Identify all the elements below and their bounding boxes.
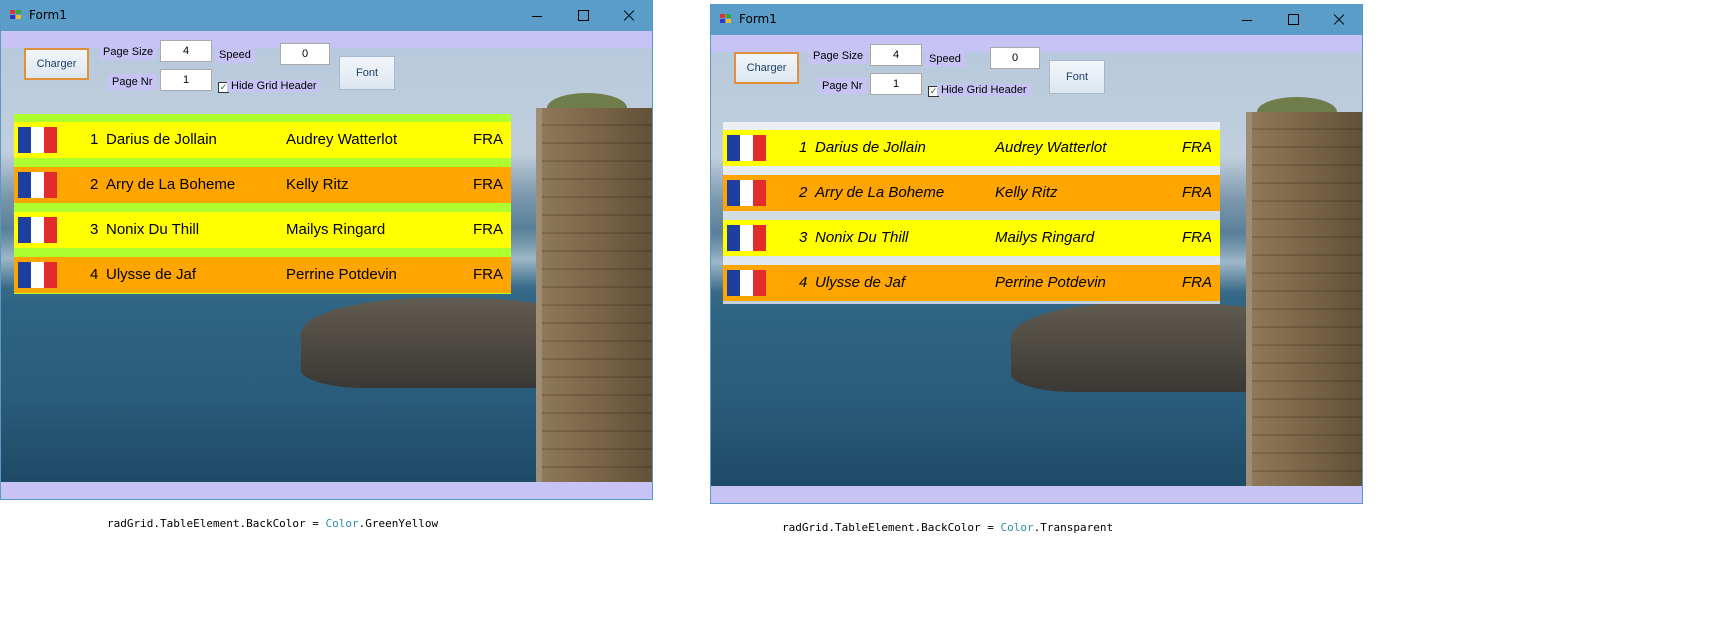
table-row[interactable]: 3 Nonix Du Thill Mailys Ringard FRA xyxy=(723,220,1220,256)
nation-code: FRA xyxy=(1182,139,1212,156)
window-title: Form1 xyxy=(739,12,777,26)
table-row[interactable]: 1 Darius de Jollain Audrey Watterlot FRA xyxy=(14,122,511,158)
horse-name: Nonix Du Thill xyxy=(106,221,200,238)
horse-name: Arry de La Boheme xyxy=(815,184,945,201)
title-bar[interactable]: Form1 xyxy=(711,5,1362,35)
nation-code: FRA xyxy=(473,221,503,238)
code-caption-greenyellow: radGrid.TableElement.BackColor = Color.G… xyxy=(107,517,439,530)
rad-grid: 1 Darius de Jollain Audrey Watterlot FRA… xyxy=(723,122,1220,304)
minimize-button[interactable] xyxy=(514,1,560,31)
table-row[interactable]: 1 Darius de Jollain Audrey Watterlot FRA xyxy=(723,130,1220,166)
app-icon xyxy=(10,10,23,21)
rider-name: Kelly Ritz xyxy=(995,184,1058,201)
maximize-icon xyxy=(1288,14,1299,25)
close-button[interactable] xyxy=(1316,5,1362,35)
nation-code: FRA xyxy=(473,131,503,148)
row-number: 4 xyxy=(90,266,99,283)
row-number: 2 xyxy=(90,176,99,193)
hide-header-label: Hide Grid Header xyxy=(227,80,321,92)
font-button[interactable]: Font xyxy=(339,56,395,90)
page-nr-label: Page Nr xyxy=(108,74,157,90)
table-row[interactable]: 2 Arry de La Boheme Kelly Ritz FRA xyxy=(14,167,511,203)
charger-button[interactable]: Charger xyxy=(24,48,89,80)
flag-icon xyxy=(18,262,57,288)
maximize-button[interactable] xyxy=(560,1,606,31)
flag-icon xyxy=(18,217,57,243)
nation-code: FRA xyxy=(1182,184,1212,201)
code-caption-transparent: radGrid.TableElement.BackColor = Color.T… xyxy=(782,521,1114,534)
app-icon xyxy=(720,14,733,25)
horse-name: Nonix Du Thill xyxy=(815,229,909,246)
horse-name: Ulysse de Jaf xyxy=(815,274,906,291)
page-nr-label: Page Nr xyxy=(818,78,867,94)
table-row[interactable]: 4 Ulysse de Jaf Perrine Potdevin FRA xyxy=(14,257,511,293)
rider-name: Mailys Ringard xyxy=(286,221,386,238)
font-button[interactable]: Font xyxy=(1049,60,1105,94)
rider-name: Perrine Potdevin xyxy=(995,274,1106,291)
page-size-label: Page Size xyxy=(809,48,868,64)
flag-icon xyxy=(727,225,766,251)
row-number: 4 xyxy=(799,274,808,291)
row-number: 1 xyxy=(90,131,99,148)
rider-name: Audrey Watterlot xyxy=(995,139,1107,156)
page-size-label: Page Size xyxy=(99,44,158,60)
nation-code: FRA xyxy=(1182,274,1212,291)
speed-field[interactable]: 0 xyxy=(280,43,330,65)
speed-field[interactable]: 0 xyxy=(990,47,1040,69)
flag-icon xyxy=(727,270,766,296)
speed-label: Speed xyxy=(925,51,965,67)
page-size-field[interactable]: 4 xyxy=(160,40,212,62)
rider-name: Audrey Watterlot xyxy=(286,131,398,148)
form1-window-greenyellow: Form1 Charger Page Size 4 Page Nr 1 Spee… xyxy=(0,0,653,500)
table-row[interactable]: 2 Arry de La Boheme Kelly Ritz FRA xyxy=(723,175,1220,211)
title-bar[interactable]: Form1 xyxy=(1,1,652,31)
row-number: 2 xyxy=(799,184,808,201)
nation-code: FRA xyxy=(473,266,503,283)
flag-icon xyxy=(18,172,57,198)
minimize-button[interactable] xyxy=(1224,5,1270,35)
speed-label: Speed xyxy=(215,47,255,63)
rider-name: Perrine Potdevin xyxy=(286,266,397,283)
row-number: 3 xyxy=(799,229,808,246)
horse-name: Arry de La Boheme xyxy=(106,176,236,193)
horse-name: Darius de Jollain xyxy=(106,131,217,148)
rad-grid: 1 Darius de Jollain Audrey Watterlot FRA… xyxy=(14,114,511,294)
charger-button[interactable]: Charger xyxy=(734,52,799,84)
form1-window-transparent: Form1 Charger Page Size 4 Page Nr 1 Spee… xyxy=(710,4,1363,504)
nation-code: FRA xyxy=(473,176,503,193)
flag-icon xyxy=(727,135,766,161)
hide-header-label: Hide Grid Header xyxy=(937,84,1031,96)
row-number: 1 xyxy=(799,139,808,156)
page-size-field[interactable]: 4 xyxy=(870,44,922,66)
horse-name: Darius de Jollain xyxy=(815,139,926,156)
page-nr-field[interactable]: 1 xyxy=(870,73,922,95)
horse-name: Ulysse de Jaf xyxy=(106,266,197,283)
close-button[interactable] xyxy=(606,1,652,31)
page-nr-field[interactable]: 1 xyxy=(160,69,212,91)
window-title: Form1 xyxy=(29,8,67,22)
flag-icon xyxy=(727,180,766,206)
minimize-icon xyxy=(1242,20,1252,21)
row-number: 3 xyxy=(90,221,99,238)
maximize-button[interactable] xyxy=(1270,5,1316,35)
minimize-icon xyxy=(532,16,542,17)
rider-name: Kelly Ritz xyxy=(286,176,349,193)
table-row[interactable]: 3 Nonix Du Thill Mailys Ringard FRA xyxy=(14,212,511,248)
nation-code: FRA xyxy=(1182,229,1212,246)
maximize-icon xyxy=(578,10,589,21)
table-row[interactable]: 4 Ulysse de Jaf Perrine Potdevin FRA xyxy=(723,265,1220,301)
rider-name: Mailys Ringard xyxy=(995,229,1095,246)
flag-icon xyxy=(18,127,57,153)
